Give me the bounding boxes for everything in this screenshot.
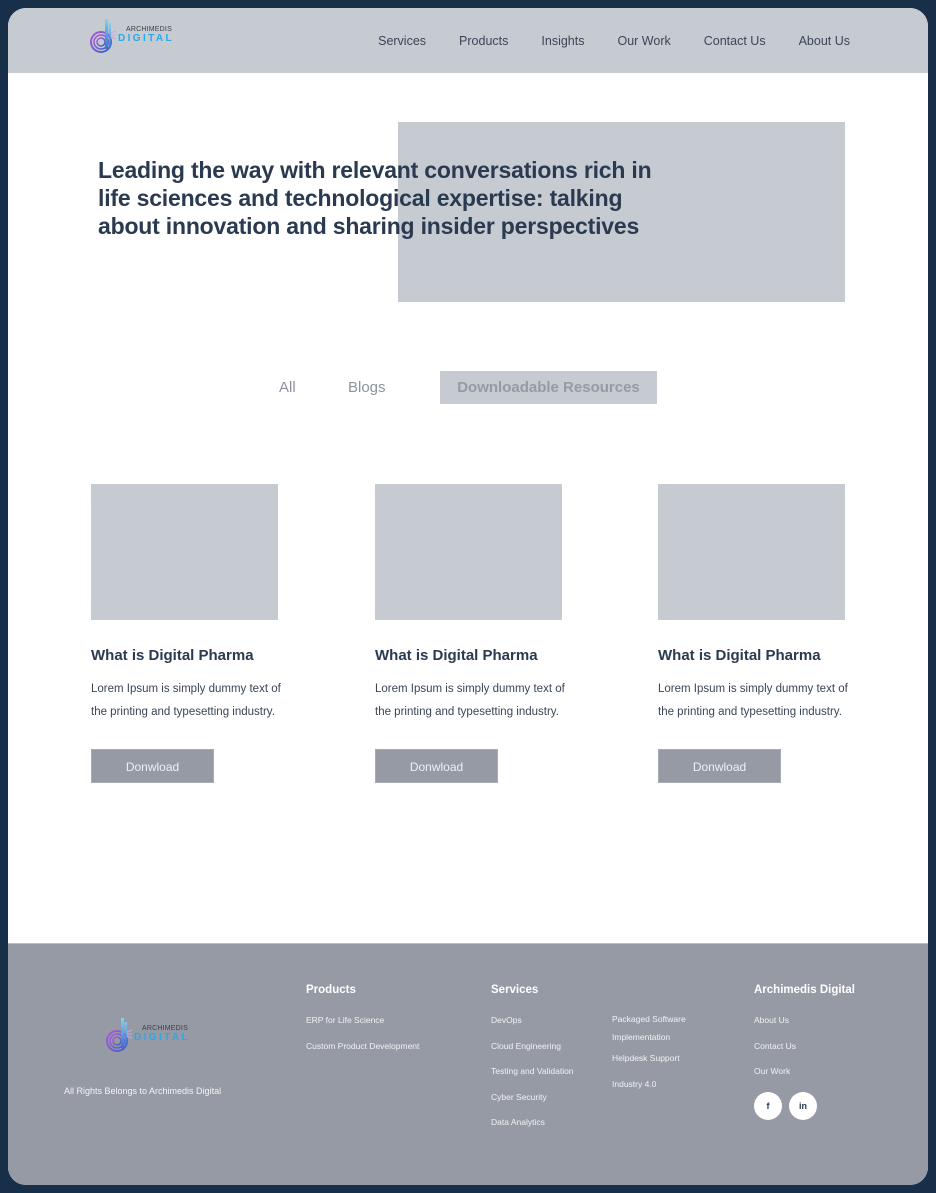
nav-about-us[interactable]: About Us (799, 34, 850, 48)
card-image-placeholder (91, 484, 278, 620)
copyright-text: All Rights Belongs to Archimedis Digital (64, 1086, 222, 1096)
footer-company-title: Archimedis Digital (754, 984, 855, 996)
download-button[interactable]: Donwload (91, 749, 214, 783)
footer-services-column-2: Packaged Software Implementation Helpdes… (612, 1014, 704, 1104)
logo-text-bottom: DIGITAL (134, 1032, 191, 1043)
nav-services[interactable]: Services (378, 34, 426, 48)
footer-services-title: Services (491, 984, 539, 996)
nav-products[interactable]: Products (459, 34, 508, 48)
footer-link-contact[interactable]: Contact Us (754, 1041, 855, 1051)
download-button[interactable]: Donwload (658, 749, 781, 783)
card-description: Lorem Ipsum is simply dummy text of the … (91, 683, 281, 718)
footer-link-custom-product[interactable]: Custom Product Development (306, 1041, 419, 1051)
linkedin-icon[interactable]: in (789, 1091, 817, 1120)
card-title: What is Digital Pharma (658, 647, 821, 664)
download-button[interactable]: Donwload (375, 749, 498, 783)
resource-tabs: All Blogs Downloadable Resources (8, 371, 928, 404)
footer-link-erp[interactable]: ERP for Life Science (306, 1015, 419, 1025)
archimedis-logo-icon (106, 1016, 133, 1052)
facebook-icon[interactable]: f (754, 1091, 782, 1120)
logo-text-top: ARCHIMEDIS (126, 26, 172, 33)
nav-insights[interactable]: Insights (541, 34, 584, 48)
footer-link-helpdesk[interactable]: Helpdesk Support (612, 1053, 704, 1063)
nav-contact-us[interactable]: Contact Us (704, 34, 766, 48)
footer-link-industry[interactable]: Industry 4.0 (612, 1079, 704, 1089)
footer-logo[interactable]: ARCHIMEDIS DIGITAL (106, 1016, 190, 1052)
footer-products-title: Products (306, 984, 356, 996)
footer-link-about[interactable]: About Us (754, 1015, 855, 1025)
footer-link-cyber[interactable]: Cyber Security (491, 1092, 574, 1102)
tab-all[interactable]: All (279, 371, 296, 404)
site-footer: ARCHIMEDIS DIGITAL All Rights Belongs to… (8, 943, 928, 1185)
footer-link-devops[interactable]: DevOps (491, 1015, 574, 1025)
social-links: f in (754, 1091, 855, 1120)
footer-services-column: Services DevOps Cloud Engineering Testin… (491, 984, 574, 1143)
tab-blogs[interactable]: Blogs (348, 371, 386, 404)
footer-company-column: Archimedis Digital About Us Contact Us O… (754, 984, 855, 1120)
resource-card: What is Digital Pharma Lorem Ipsum is si… (375, 484, 565, 783)
footer-link-data-analytics[interactable]: Data Analytics (491, 1117, 574, 1127)
card-description: Lorem Ipsum is simply dummy text of the … (375, 683, 565, 718)
footer-link-packaged-software[interactable]: Packaged Software Implementation (612, 1011, 704, 1046)
footer-link-our-work[interactable]: Our Work (754, 1066, 855, 1076)
card-image-placeholder (375, 484, 562, 620)
footer-link-testing[interactable]: Testing and Validation (491, 1066, 574, 1076)
main-nav: Services Products Insights Our Work Cont… (378, 8, 850, 73)
footer-link-cloud[interactable]: Cloud Engineering (491, 1041, 574, 1051)
hero-title: Leading the way with relevant conversati… (98, 157, 652, 239)
site-header: ARCHIMEDIS DIGITAL Services Products Ins… (8, 8, 928, 73)
card-description: Lorem Ipsum is simply dummy text of the … (658, 683, 848, 718)
resource-card: What is Digital Pharma Lorem Ipsum is si… (91, 484, 281, 783)
card-title: What is Digital Pharma (375, 647, 538, 664)
browser-frame: ARCHIMEDIS DIGITAL Services Products Ins… (8, 8, 928, 1185)
card-title: What is Digital Pharma (91, 647, 254, 664)
resource-card: What is Digital Pharma Lorem Ipsum is si… (658, 484, 848, 783)
nav-our-work[interactable]: Our Work (617, 34, 670, 48)
logo-text-bottom: DIGITAL (118, 33, 175, 44)
footer-products-column: Products ERP for Life Science Custom Pro… (306, 984, 419, 1066)
card-image-placeholder (658, 484, 845, 620)
archimedis-logo-icon (90, 17, 117, 53)
header-logo[interactable]: ARCHIMEDIS DIGITAL (90, 17, 174, 53)
logo-text-top: ARCHIMEDIS (142, 1025, 188, 1032)
tab-downloadable-resources[interactable]: Downloadable Resources (440, 371, 657, 404)
